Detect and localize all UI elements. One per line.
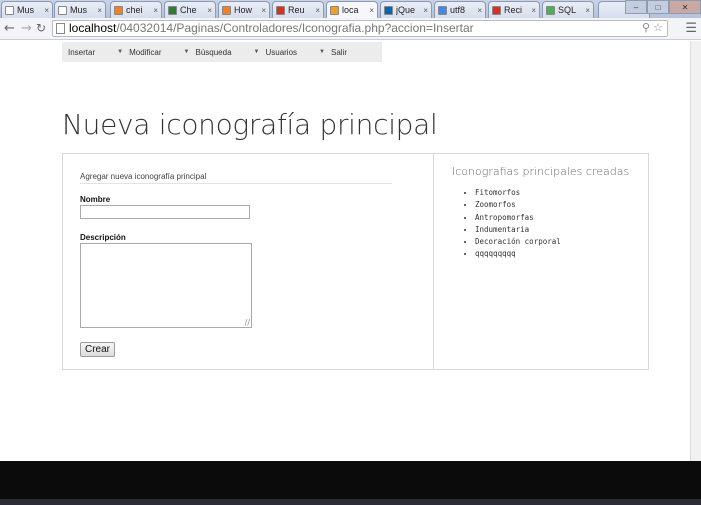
descripcion-textarea[interactable]: ∕∕ (80, 243, 252, 328)
tab-title: How (234, 5, 253, 15)
page-icon (5, 5, 14, 15)
menu-item-3[interactable]: Búsqueda (189, 48, 231, 57)
url-path: /04032014/Paginas/Controladores/Iconogra… (116, 21, 474, 35)
back-arrow-icon[interactable]: ← (4, 21, 15, 36)
gmail-icon (276, 5, 285, 15)
list-item: Antropomorfas (475, 212, 561, 224)
close-tab-icon[interactable]: × (44, 6, 49, 15)
browser-tab[interactable]: utf8 × (434, 1, 486, 18)
list-item: Decoración corporal (475, 236, 561, 248)
page-icon (56, 23, 65, 34)
tab-title: utf8 (450, 5, 466, 15)
close-tab-icon[interactable]: × (531, 6, 536, 15)
close-tab-icon[interactable]: × (97, 6, 102, 15)
tab-title: Che (180, 5, 197, 15)
gmail-icon (492, 5, 501, 15)
maximize-button[interactable]: □ (647, 0, 669, 14)
close-tab-icon[interactable]: × (585, 6, 590, 15)
tab-title: Reci (504, 5, 523, 15)
browser-tab[interactable]: How × (218, 1, 270, 18)
page-footer-bar (0, 461, 701, 499)
browser-tab[interactable]: Reu × (272, 1, 324, 18)
tab-title: Reu (288, 5, 305, 15)
site-menu: Insertar ▼ Modificar ▼ Búsqueda ▼ Usuarios ▼ Sal… (62, 42, 382, 62)
menu-item-2[interactable]: Modificar (123, 48, 161, 57)
iconografias-list: FitomorfosZoomorfosAntropomorfasIndument… (465, 187, 561, 261)
minimize-button[interactable]: – (625, 0, 647, 14)
browser-tab-strip: Mus × Mus × chei × Che × How × Reu × loca × jQue × utf8 ×… (0, 0, 701, 18)
chrome-menu-icon[interactable]: ☰ (685, 21, 697, 36)
list-item: Zoomorfos (475, 199, 561, 211)
forward-arrow-icon[interactable]: → (21, 21, 32, 36)
nombre-input[interactable] (80, 205, 250, 219)
tab-title: Mus (70, 5, 88, 15)
close-tab-icon[interactable]: × (153, 6, 158, 15)
browser-tab[interactable]: Reci × (488, 1, 540, 18)
url-host: localhost (69, 21, 117, 35)
nombre-label: Nombre (80, 195, 111, 204)
list-item: Indumentaria (475, 224, 561, 236)
browser-tab[interactable]: loca × (326, 1, 378, 18)
panel-divider (433, 154, 434, 369)
close-tab-icon[interactable]: × (369, 6, 374, 15)
page-viewport: Insertar ▼ Modificar ▼ Búsqueda ▼ Usuarios ▼ Sal… (0, 41, 690, 461)
browser-tab[interactable]: SQL × (542, 1, 594, 18)
w3schools-icon (546, 5, 555, 15)
tab-title: SQL (558, 5, 577, 15)
crear-button[interactable]: Crear (80, 342, 116, 357)
menu-item-5[interactable]: Salir (325, 48, 347, 57)
browser-tab[interactable]: chei × (110, 1, 162, 18)
page-icon (58, 5, 67, 15)
tab-title: loca (342, 5, 359, 15)
form-heading: Agregar nueva iconografía principal (80, 172, 392, 184)
tab-title: Mus (17, 5, 35, 15)
close-tab-icon[interactable]: × (315, 6, 320, 15)
list-item: qqqqqqqqq (475, 248, 561, 260)
close-tab-icon[interactable]: × (477, 6, 482, 15)
tab-title: chei (126, 5, 143, 15)
stackoverflow-icon (114, 5, 123, 15)
descripcion-label: Descripción (80, 233, 126, 242)
page-title: Nueva iconografía principal (62, 108, 438, 141)
os-taskbar (0, 499, 701, 505)
browser-tab[interactable]: Che × (164, 1, 216, 18)
browser-tab[interactable]: jQue × (380, 1, 432, 18)
close-tab-icon[interactable]: × (423, 6, 428, 15)
browser-tab[interactable]: Mus × (54, 1, 106, 18)
resize-handle-icon[interactable]: ∕∕ (245, 319, 250, 327)
close-tab-icon[interactable]: × (207, 6, 212, 15)
reload-icon[interactable]: ↻ (36, 21, 46, 35)
list-item: Fitomorfos (475, 187, 561, 199)
vertical-scrollbar[interactable] (690, 41, 701, 461)
sidebar-title: Iconografias principales creadas (452, 165, 630, 178)
close-tab-icon[interactable]: × (261, 6, 266, 15)
menu-item-1[interactable]: Insertar (62, 48, 95, 57)
stackoverflow-icon (222, 5, 231, 15)
close-window-button[interactable]: ✕ (669, 0, 701, 14)
browser-tab[interactable]: Mus × (1, 1, 53, 18)
phpmyadmin-icon (330, 5, 339, 15)
search-icon[interactable]: ⚲ ☆ (642, 21, 663, 36)
window-controls: – □ ✕ (625, 0, 701, 14)
menu-item-4[interactable]: Usuarios (259, 48, 297, 57)
google-icon (438, 5, 447, 15)
tab-title: jQue (396, 5, 416, 15)
address-bar[interactable]: localhost/04032014/Paginas/Controladores… (52, 20, 668, 37)
content-panel: Agregar nueva iconografía principal Nomb… (62, 153, 649, 370)
terminal-icon (168, 5, 177, 15)
browser-toolbar: ← → ↻ localhost/04032014/Paginas/Control… (0, 18, 701, 40)
jquery-icon (384, 5, 393, 15)
